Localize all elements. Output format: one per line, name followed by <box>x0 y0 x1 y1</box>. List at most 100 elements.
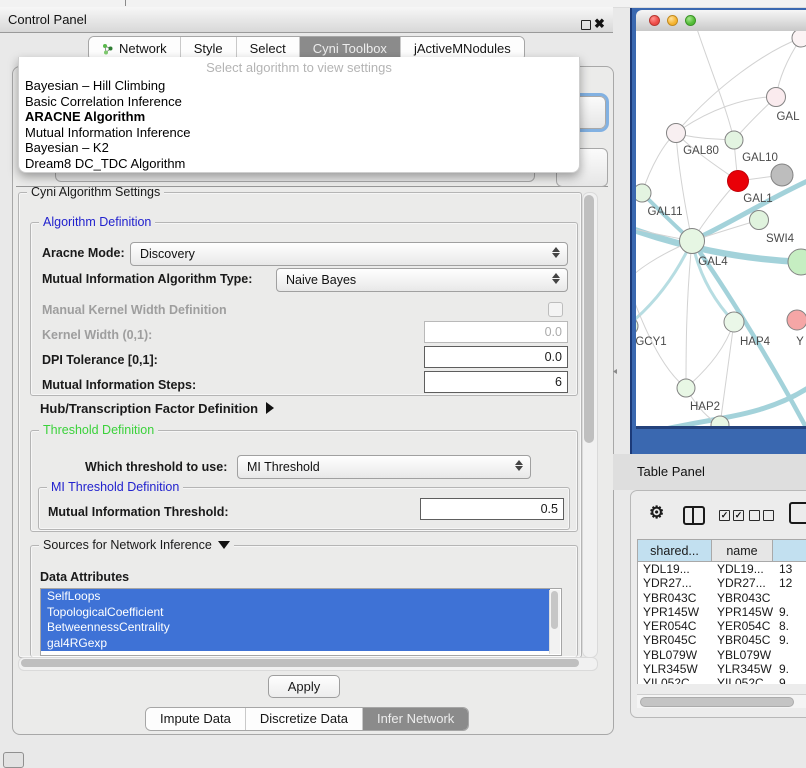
node-label: HAP2 <box>690 401 720 413</box>
network-node-gal4[interactable] <box>680 229 705 254</box>
algorithm-option[interactable]: Bayesian – Hill Climbing <box>23 78 575 94</box>
algorithm-option[interactable]: Mutual Information Inference <box>23 125 575 141</box>
tab-discretize-data[interactable]: Discretize Data <box>245 708 362 730</box>
mi-threshold-field[interactable]: 0.5 <box>420 498 564 520</box>
table-row[interactable]: YER054CYER054C8. <box>638 619 806 633</box>
node-label: GCY1 <box>636 336 667 348</box>
which-threshold-combo[interactable]: MI Threshold <box>237 455 531 479</box>
scrollbar-thumb[interactable] <box>551 591 558 629</box>
algorithm-option[interactable]: Basic Correlation Inference <box>23 94 575 110</box>
table-row[interactable]: YIL052CYIL052C9. <box>638 676 806 684</box>
attributes-list-scrollbar[interactable] <box>549 590 560 654</box>
hub-definition-toggle[interactable]: Hub/Transcription Factor Definition <box>40 401 274 416</box>
manual-kernel-checkbox[interactable] <box>548 302 563 317</box>
node-label: GAL1 <box>743 193 772 205</box>
table-cell <box>774 648 806 662</box>
scrollbar-thumb[interactable] <box>584 195 594 443</box>
algorithm-option[interactable]: Dream8 DC_TDC Algorithm <box>23 156 575 172</box>
table-cell: YDR27... <box>713 576 774 590</box>
mi-type-combo[interactable]: Naive Bayes <box>276 268 568 292</box>
sources-title[interactable]: Sources for Network Inference <box>39 538 234 552</box>
attribute-item[interactable]: gal4RGexp <box>41 636 550 652</box>
table-row[interactable]: YLR345WYLR345W9. <box>638 662 806 676</box>
network-window-titlebar[interactable] <box>636 10 806 32</box>
settings-top-border <box>16 186 608 187</box>
table-cell: YDR27... <box>638 576 713 590</box>
data-attributes-label: Data Attributes <box>40 570 129 584</box>
table-row[interactable]: YBR043CYBR043C <box>638 591 806 605</box>
table-row[interactable]: YPR145WYPR145W9. <box>638 605 806 619</box>
sources-title-text: Sources for Network Inference <box>43 538 212 552</box>
table-cell: YBR043C <box>638 591 713 605</box>
network-canvas[interactable]: GALGAL80GAL10GAL1GAL11SWI4GAL4GCY1HAP4YH… <box>636 31 806 426</box>
network-node-swi4[interactable] <box>750 211 769 230</box>
mi-steps-field[interactable]: 6 <box>424 371 568 393</box>
which-threshold-label: Which threshold to use: <box>85 460 227 474</box>
data-attributes-list[interactable]: SelfLoopsTopologicalCoefficientBetweenne… <box>40 588 562 656</box>
table-panel-strip: Table Panel <box>613 454 806 490</box>
new-table-icon[interactable] <box>789 502 806 524</box>
gear-icon[interactable]: ⚙ <box>649 503 664 523</box>
table-cell: YLR345W <box>713 662 774 676</box>
node-label: GAL <box>776 111 800 123</box>
network-node-hap2[interactable] <box>677 379 695 397</box>
window-border-edge <box>630 8 632 454</box>
network-node-gal[interactable] <box>767 88 786 107</box>
attribute-item[interactable]: BetweennessCentrality <box>41 620 550 636</box>
network-node[interactable] <box>792 31 806 47</box>
column-view-icon[interactable] <box>683 506 705 525</box>
table-cell: 13 <box>774 562 806 576</box>
network-node-gal11[interactable] <box>636 184 651 202</box>
network-node-gal1[interactable] <box>728 171 749 192</box>
table-cell: YER054C <box>638 619 713 633</box>
combo-stepper-icon <box>515 459 524 472</box>
table-row[interactable]: YDL19...YDL19...13 <box>638 562 806 576</box>
column-header[interactable]: shared... <box>637 539 712 562</box>
which-threshold-value: MI Threshold <box>247 456 320 478</box>
column-header[interactable] <box>773 539 806 562</box>
dpi-tolerance-label: DPI Tolerance [0,1]: <box>42 353 158 367</box>
algorithm-option[interactable]: Bayesian – K2 <box>23 140 575 156</box>
tab-infer-network[interactable]: Infer Network <box>362 708 468 730</box>
table-row[interactable]: YBR045CYBR045C9. <box>638 633 806 647</box>
scrollbar-thumb[interactable] <box>21 659 579 667</box>
table-panel-title: Table Panel <box>637 464 705 479</box>
network-node[interactable] <box>788 249 806 275</box>
network-node-y[interactable] <box>787 310 806 330</box>
scrollbar-thumb[interactable] <box>640 697 794 707</box>
mi-type-label: Mutual Information Algorithm Type: <box>42 272 252 286</box>
mi-steps-label: Mutual Information Steps: <box>42 378 196 392</box>
table-row[interactable]: YBL079WYBL079W <box>638 648 806 662</box>
algorithm-option[interactable]: ARACNE Algorithm <box>23 109 575 125</box>
attribute-item[interactable]: TopologicalCoefficient <box>41 605 550 621</box>
table-row[interactable]: YDR27...YDR27...12 <box>638 576 806 590</box>
expanded-arrow-icon <box>218 541 230 549</box>
zoom-window-button[interactable] <box>685 15 696 26</box>
deselect-all-columns-icon[interactable] <box>749 510 774 521</box>
settings-horizontal-scrollbar[interactable] <box>18 657 598 671</box>
aracne-mode-combo[interactable]: Discovery <box>130 242 568 266</box>
table-cell: YBR043C <box>713 591 774 605</box>
panel-title: Control Panel <box>8 7 87 32</box>
network-node-hap4[interactable] <box>724 312 744 332</box>
column-header[interactable]: name <box>712 539 773 562</box>
float-panel-icon[interactable] <box>581 20 591 30</box>
table-horizontal-scrollbar[interactable] <box>637 694 806 708</box>
attribute-item[interactable]: SelfLoops <box>41 589 550 605</box>
mi-threshold-definition-title: MI Threshold Definition <box>47 480 183 494</box>
close-panel-icon[interactable]: ✖ <box>594 11 605 36</box>
network-node[interactable] <box>771 164 793 186</box>
tab-impute-data[interactable]: Impute Data <box>146 708 245 730</box>
network-node-gal80[interactable] <box>667 124 686 143</box>
close-window-button[interactable] <box>649 15 660 26</box>
apply-button[interactable]: Apply <box>268 675 340 698</box>
node-label: SWI4 <box>766 233 795 245</box>
kernel-width-field[interactable]: 0.0 <box>424 321 568 343</box>
dpi-tolerance-field[interactable]: 0.0 <box>424 346 568 368</box>
collapsed-panel-icon[interactable] <box>3 752 24 768</box>
settings-vertical-scrollbar[interactable] <box>582 192 598 658</box>
minimize-window-button[interactable] <box>667 15 678 26</box>
select-all-columns-icon[interactable]: ✓✓ <box>719 510 744 521</box>
network-node-gal10[interactable] <box>725 131 743 149</box>
table-cell: YER054C <box>713 619 774 633</box>
